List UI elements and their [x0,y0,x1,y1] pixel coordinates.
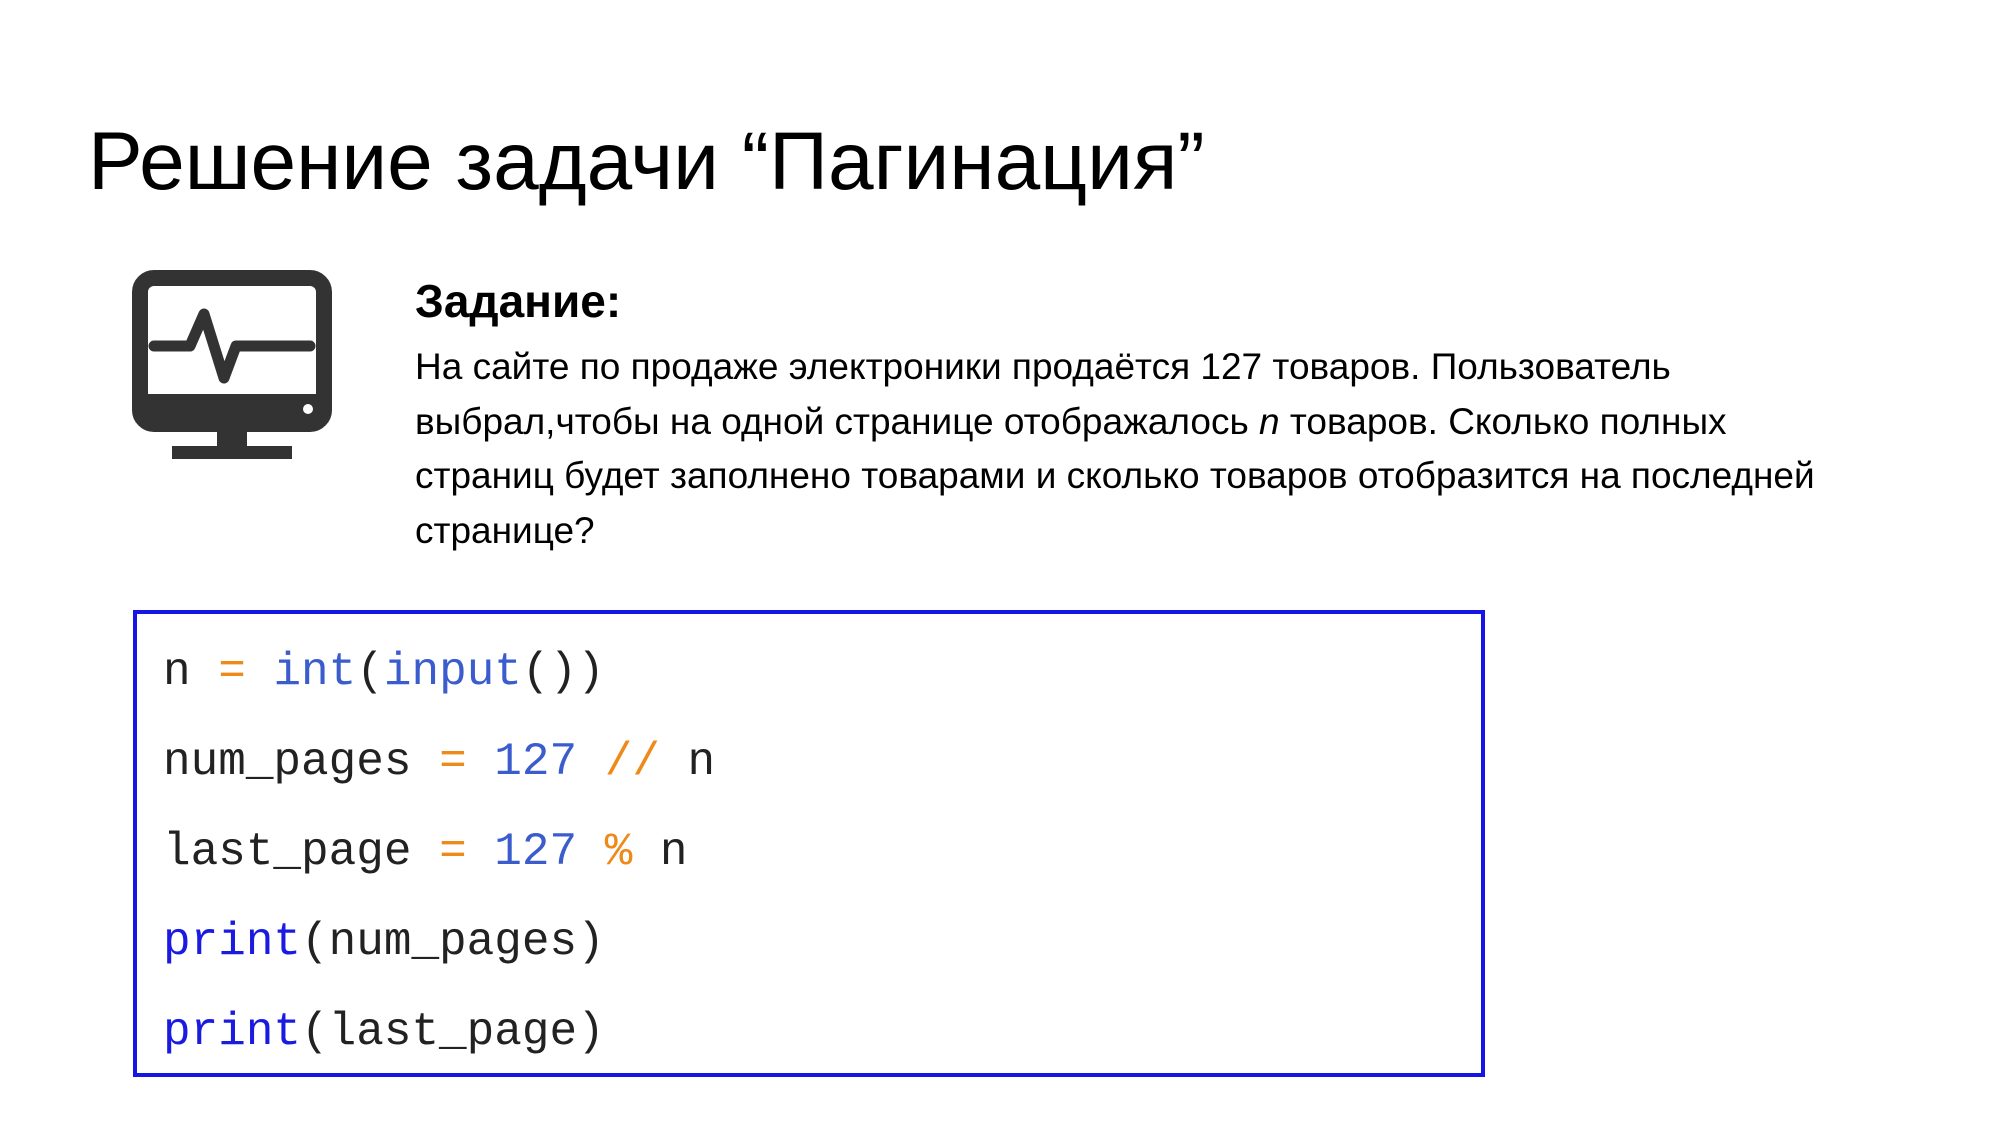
slide-title: Решение задачи “Пагинация” [88,116,1205,207]
code-line: last_page = 127 % n [163,822,688,882]
code-token: last_page [163,826,412,878]
task-text-variable: n [1259,400,1280,442]
code-token: = [439,826,467,878]
task-heading: Задание: [415,275,622,327]
code-token: 127 [494,826,578,878]
code-token: n [163,646,191,698]
code-token: (num_pages) [301,916,605,968]
code-token: input [383,646,522,698]
code-token: print [163,1006,302,1058]
slide: Решение задачи “Пагинация” Задание: На с… [0,0,2000,1125]
code-token: 127 [494,736,578,788]
code-token: print [163,916,302,968]
code-token: % [604,826,633,878]
code-token: (last_page) [301,1006,605,1058]
code-line: print(num_pages) [163,912,605,972]
code-token: // [604,736,660,788]
code-token: ()) [521,646,605,698]
code-token: num_pages [163,736,412,788]
code-line: print(last_page) [163,1002,605,1062]
code-line: num_pages = 127 // n [163,732,715,792]
code-token: = [218,646,246,698]
code-block: n = int(input()) num_pages = 127 // n la… [133,610,1485,1077]
code-token: n [632,826,688,878]
code-token: = [439,736,467,788]
task-block: Задание: На сайте по продаже электроники… [415,268,1835,558]
task-text: На сайте по продаже электроники продаётс… [415,340,1835,558]
code-token: ( [356,646,384,698]
code-line: n = int(input()) [163,642,605,702]
monitor-heartbeat-icon [132,270,332,459]
code-token: n [659,736,716,788]
code-token: int [273,646,357,698]
